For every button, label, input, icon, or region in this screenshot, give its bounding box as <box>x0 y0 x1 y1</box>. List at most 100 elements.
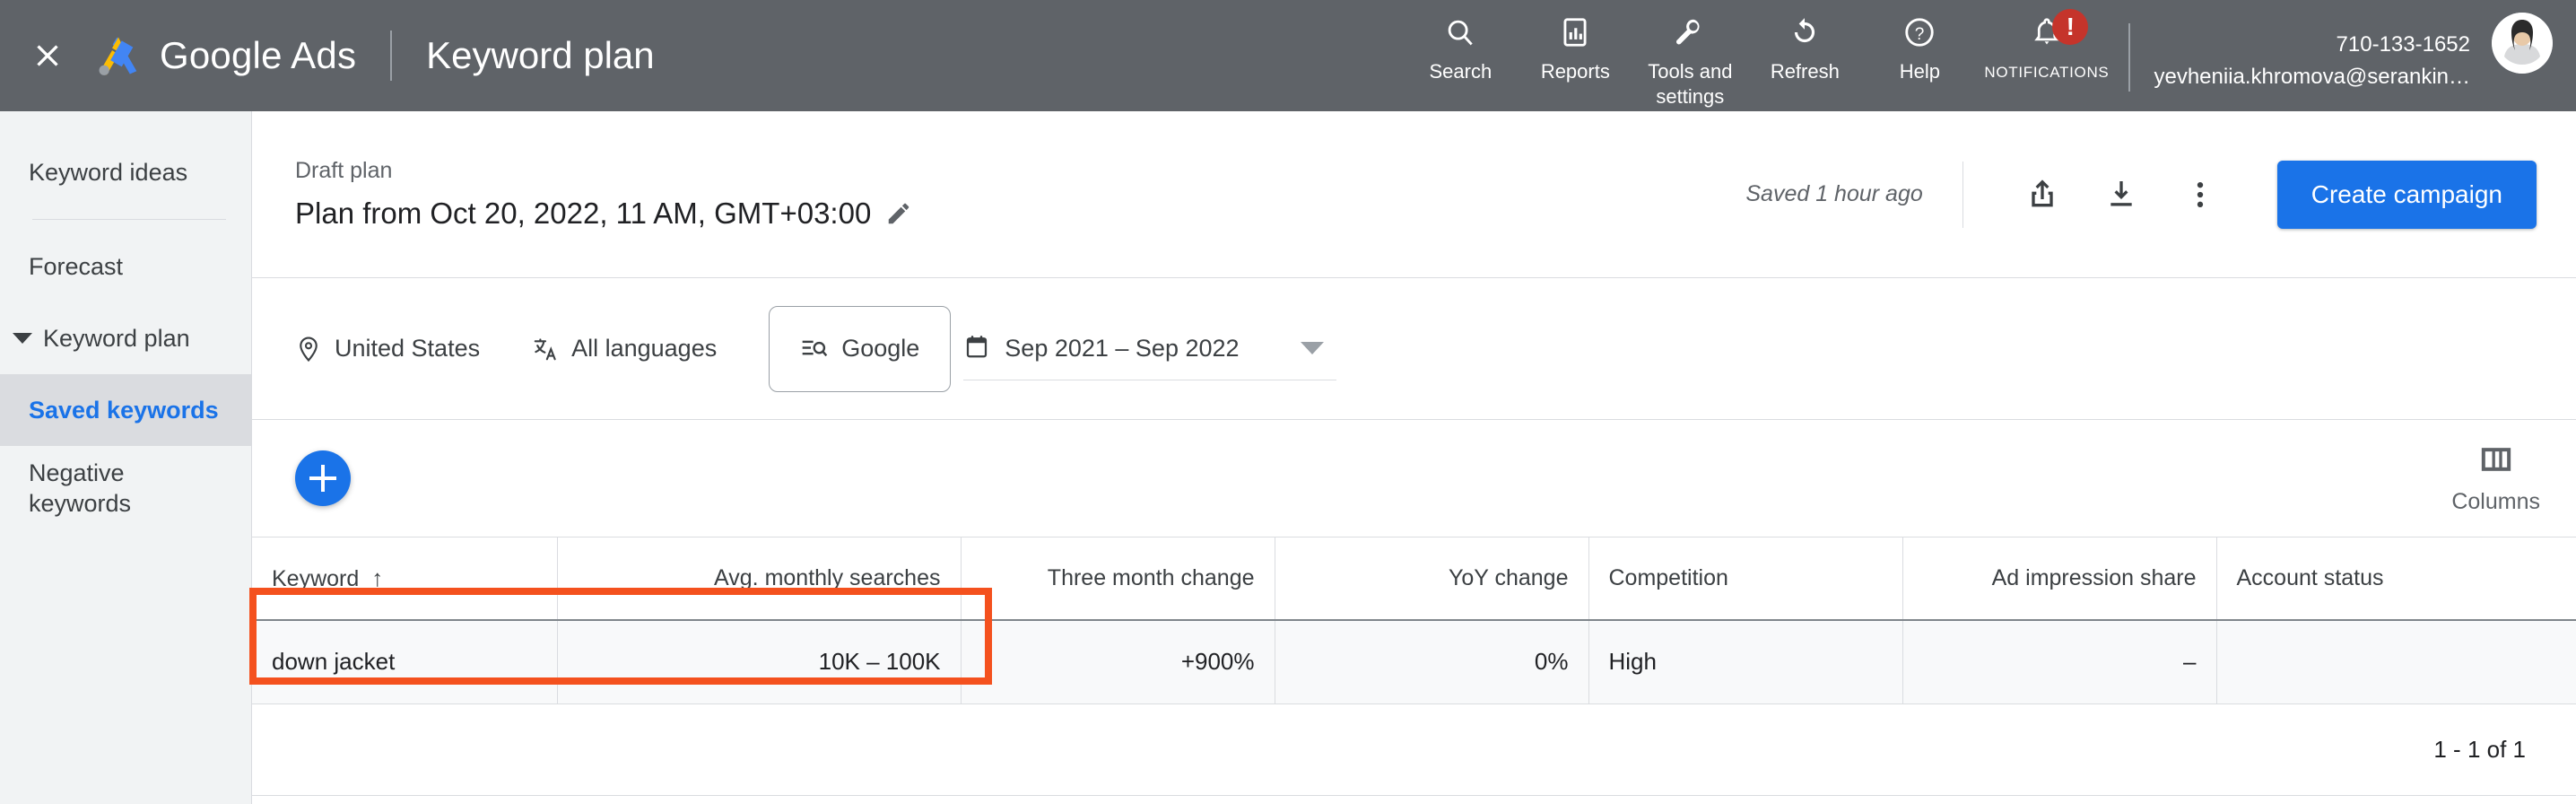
header-actions-group: Search Reports Tools and settings Refres… <box>1403 0 2576 111</box>
columns-button[interactable]: Columns <box>2451 441 2540 515</box>
columns-button-label: Columns <box>2451 489 2540 514</box>
header-action-tools-label: Tools and settings <box>1648 60 1733 108</box>
avatar-image <box>2492 13 2553 74</box>
header-action-reports-label: Reports <box>1540 60 1610 83</box>
download-button[interactable] <box>2082 155 2161 234</box>
sidebar-item-keyword-ideas-label: Keyword ideas <box>29 158 188 186</box>
pagination-label: 1 - 1 of 1 <box>2433 736 2526 763</box>
plan-name: Plan from Oct 20, 2022, 11 AM, GMT+03:00 <box>295 197 872 230</box>
account-id: 710-133-1652 <box>2336 32 2470 57</box>
column-header-keyword-label: Keyword <box>272 565 360 591</box>
google-ads-logo-icon <box>93 31 144 81</box>
plan-actions-divider <box>1962 161 1963 228</box>
add-keywords-button[interactable] <box>295 450 351 506</box>
cell-keyword-text: down jacket <box>272 648 396 681</box>
column-header-competition[interactable]: Competition <box>1588 537 1903 621</box>
columns-icon <box>2478 441 2514 482</box>
brand-name-label: Google Ads <box>160 34 357 76</box>
help-icon: ? <box>1902 13 1936 52</box>
cell-three-month-change: +900% <box>961 619 1275 704</box>
header-action-search[interactable]: Search <box>1403 13 1518 84</box>
sidebar-item-keyword-plan[interactable]: Keyword plan <box>0 302 251 374</box>
sidebar-item-forecast[interactable]: Forecast <box>0 231 251 302</box>
account-info[interactable]: 710-133-1652 yevheniia.khromova@serankin… <box>2154 13 2470 90</box>
location-filter[interactable]: United States <box>295 320 480 378</box>
share-button[interactable] <box>2003 155 2082 234</box>
plan-meta: Draft plan Plan from Oct 20, 2022, 11 AM… <box>295 158 912 231</box>
column-header-account-status[interactable]: Account status <box>2216 537 2576 621</box>
network-filter[interactable]: Google <box>769 305 952 392</box>
cell-keyword[interactable]: down jacket <box>252 619 558 704</box>
date-range-label: Sep 2021 – Sep 2022 <box>1005 334 1240 362</box>
header-action-refresh-label: Refresh <box>1770 60 1840 83</box>
account-divider <box>2128 23 2131 92</box>
column-header-yoy-change[interactable]: YoY change <box>1275 537 1589 621</box>
sidebar-item-forecast-label: Forecast <box>29 252 124 280</box>
language-filter[interactable]: All languages <box>532 320 717 378</box>
table-header-row: Keyword ↑ Avg. monthly searches Three mon… <box>252 537 2576 621</box>
close-button[interactable] <box>20 28 75 83</box>
cell-ad-impression-share: – <box>1902 619 2217 704</box>
draft-plan-label: Draft plan <box>295 158 393 183</box>
translate-icon <box>532 336 559 363</box>
header-action-reports[interactable]: Reports <box>1518 13 1632 84</box>
network-filter-label: Google <box>841 335 920 362</box>
header-action-notifications[interactable]: ! NOTIFICATIONS <box>1977 9 2116 82</box>
sidebar-item-saved-keywords[interactable]: Saved keywords <box>0 374 251 446</box>
sidebar-divider <box>32 219 226 220</box>
share-icon <box>2032 179 2053 206</box>
brand-logo-group[interactable]: Google Ads <box>93 31 356 81</box>
chevron-down-icon <box>1300 342 1324 354</box>
table-row[interactable]: down jacket 10K – 100K +900% 0% High – <box>252 619 2576 704</box>
more-options-button[interactable] <box>2161 155 2240 234</box>
sort-ascending-icon: ↑ <box>371 564 384 591</box>
calendar-icon <box>963 333 990 364</box>
pencil-icon[interactable] <box>885 200 912 227</box>
more-vert-icon <box>2197 181 2203 207</box>
download-icon <box>2110 180 2132 205</box>
main-content: Draft plan Plan from Oct 20, 2022, 11 AM… <box>252 111 2576 804</box>
svg-text:?: ? <box>1915 25 1925 44</box>
sidebar-item-keyword-ideas[interactable]: Keyword ideas <box>0 136 251 208</box>
sidebar-item-saved-keywords-label: Saved keywords <box>29 396 219 424</box>
plan-actions: Saved 1 hour ago Create campaign <box>1745 155 2537 234</box>
sidebar-item-keyword-plan-label: Keyword plan <box>43 324 190 352</box>
date-range-filter[interactable]: Sep 2021 – Sep 2022 <box>963 318 1336 380</box>
location-pin-icon <box>295 336 322 363</box>
search-icon <box>1443 13 1477 52</box>
cell-yoy-change: 0% <box>1275 619 1589 704</box>
account-email: yevheniia.khromova@serankin… <box>2154 65 2470 89</box>
header-action-refresh[interactable]: Refresh <box>1747 13 1862 84</box>
top-header-bar: Google Ads Keyword plan Search Reports T… <box>0 0 2576 111</box>
create-campaign-button[interactable]: Create campaign <box>2276 160 2537 229</box>
notification-badge: ! <box>2052 9 2089 45</box>
left-sidebar: Keyword ideas Forecast Keyword plan Save… <box>0 111 252 804</box>
google-ads-keyword-plan-page: Google Ads Keyword plan Search Reports T… <box>0 0 2576 804</box>
header-action-help[interactable]: ? Help <box>1862 13 1977 84</box>
search-list-icon <box>800 335 829 363</box>
language-filter-label: All languages <box>571 335 718 362</box>
filter-bar: United States All languages Google Sep 2… <box>252 278 2576 420</box>
sidebar-item-negative-keywords[interactable]: Negative keywords <box>0 446 251 532</box>
sidebar-item-negative-keywords-label: Negative keywords <box>29 459 132 517</box>
avatar[interactable] <box>2492 13 2553 74</box>
close-icon <box>37 45 58 66</box>
column-header-three-month-change[interactable]: Three month change <box>961 537 1275 621</box>
notifications-label: NOTIFICATIONS <box>1984 64 2110 81</box>
pagination: 1 - 1 of 1 <box>252 704 2576 796</box>
header-action-help-label: Help <box>1899 60 1940 83</box>
column-header-keyword[interactable]: Keyword ↑ <box>252 537 558 621</box>
chevron-down-icon <box>13 333 32 344</box>
header-action-tools-and-settings[interactable]: Tools and settings <box>1632 13 1747 109</box>
refresh-icon <box>1788 13 1822 52</box>
table-toolbar: Columns <box>252 420 2576 537</box>
saved-status: Saved 1 hour ago <box>1745 181 1923 206</box>
tools-icon <box>1673 13 1707 52</box>
location-filter-label: United States <box>335 335 481 362</box>
column-header-avg-monthly-searches[interactable]: Avg. monthly searches <box>557 537 962 621</box>
cell-avg-monthly-searches: 10K – 100K <box>557 619 962 704</box>
column-header-ad-impression-share[interactable]: Ad impression share <box>1902 537 2217 621</box>
keywords-table: Keyword ↑ Avg. monthly searches Three mon… <box>252 537 2576 704</box>
reports-icon <box>1558 13 1592 52</box>
plan-name-row: Plan from Oct 20, 2022, 11 AM, GMT+03:00 <box>295 197 912 231</box>
